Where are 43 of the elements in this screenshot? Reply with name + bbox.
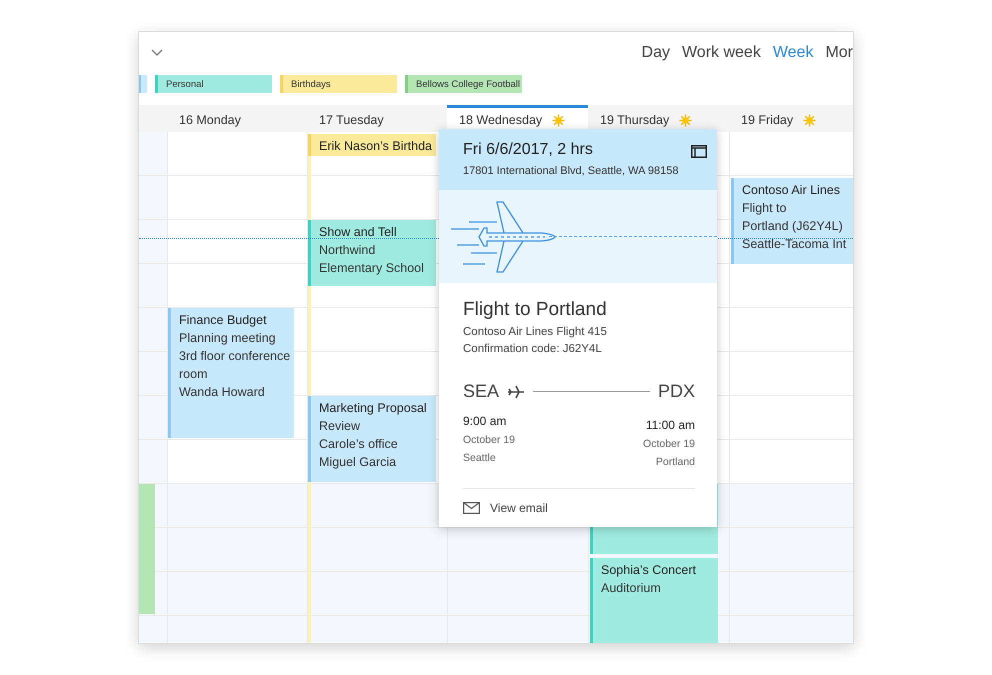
arrival-city: Portland — [656, 456, 695, 468]
calendar-chip[interactable]: Birthdays — [280, 75, 397, 93]
confirmation-code: Confirmation code: J62Y4L — [463, 343, 603, 355]
departure-time: 9:00 am — [463, 414, 508, 428]
calendar-event[interactable]: Marketing Proposal Review Carole’s office Miguel Garcia — [308, 396, 436, 482]
day-label: 19 Friday — [741, 113, 794, 127]
day-label: 19 Thursday — [600, 113, 670, 127]
sun-icon — [803, 114, 816, 126]
event-title: Flight to Portland — [463, 299, 608, 321]
arrival-time: 11:00 am — [646, 418, 695, 432]
day-label: 18 Wednesday — [459, 113, 542, 127]
view-email-link[interactable]: View email — [463, 501, 548, 515]
view-tab[interactable]: Week — [772, 44, 814, 62]
day-label: 16 Monday — [179, 113, 241, 127]
calendar-event[interactable]: Show and Tell Northwind Elementary School — [308, 220, 436, 286]
departure-date: October 19 — [463, 434, 515, 446]
event-time: Fri 6/6/2017, 2 hrs — [463, 141, 594, 159]
flight-number: Contoso Air Lines Flight 415 — [463, 326, 608, 338]
view-tab[interactable]: Mor — [825, 44, 853, 62]
calendar-event[interactable]: Contoso Air Lines Flight to Portland (J62Y4L) Seattle-Tacoma Int — [731, 178, 853, 264]
calendar-event[interactable]: Finance Budget Planning meeting 3rd floor conference room Wanda Howard — [168, 308, 294, 438]
day-header[interactable]: 16 Monday — [167, 105, 307, 132]
calendar-event[interactable]: Sophia’s Concert Auditorium — [590, 558, 718, 643]
view-tab[interactable]: Work week — [682, 44, 761, 62]
sun-icon — [552, 114, 566, 126]
day-header[interactable]: 19 Thursday — [588, 105, 729, 132]
event-address: 17801 International Blvd, Seattle, WA 98158 — [463, 165, 678, 177]
calendar-event[interactable]: Erik Nason’s Birthda — [308, 134, 436, 156]
chevron-down-icon[interactable] — [151, 49, 163, 57]
airplane-icon — [507, 384, 526, 398]
view-tab[interactable]: Day — [642, 44, 670, 62]
calendar-chip[interactable]: Bellows College Football — [405, 75, 522, 93]
window-icon[interactable] — [691, 145, 707, 158]
departure-city: Seattle — [463, 452, 497, 464]
destination-code: PDX — [658, 381, 695, 402]
day-label: 17 Tuesday — [319, 113, 384, 127]
envelope-icon — [463, 502, 480, 514]
day-header[interactable]: 19 Friday — [729, 105, 853, 132]
origin-code: SEA — [463, 381, 500, 402]
day-header[interactable]: 17 Tuesday — [307, 105, 447, 132]
calendar-chip[interactable]: Personal — [155, 75, 272, 93]
sun-icon — [679, 114, 692, 126]
arrival-date: October 19 — [643, 438, 695, 450]
